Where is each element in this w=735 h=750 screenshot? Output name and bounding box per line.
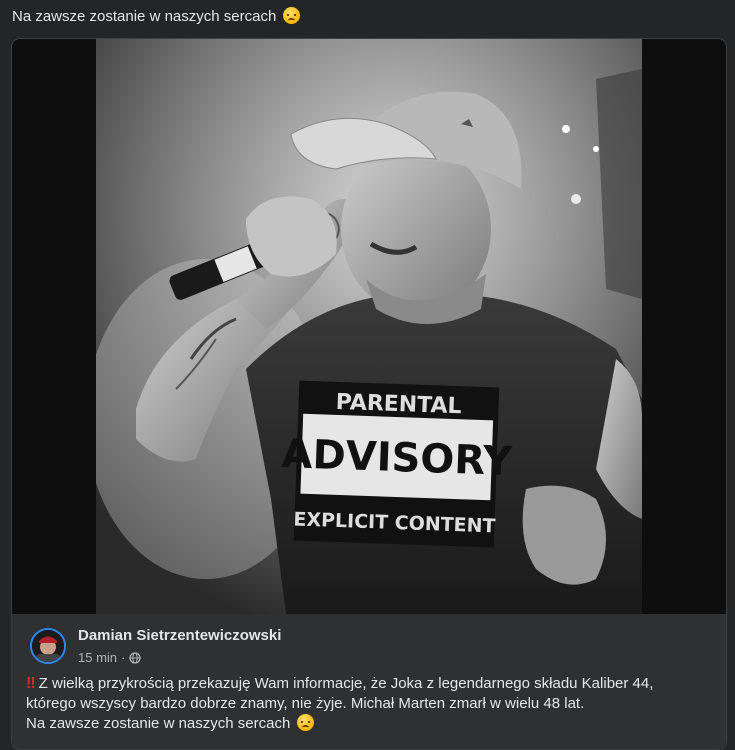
- sad-face-emoji-icon: [283, 7, 301, 24]
- body-line-1: ‼ Z wielką przykrością przekazuję Wam inf…: [26, 674, 706, 694]
- author-name[interactable]: Damian Sietrzentewiczowski: [78, 627, 281, 644]
- double-exclamation-icon: ‼: [26, 675, 36, 692]
- globe-icon[interactable]: [129, 651, 142, 664]
- body-line-3: Na zawsze zostanie w naszych sercach: [26, 714, 706, 734]
- avatar-image: [32, 630, 64, 662]
- shared-post-footer: Damian Sietrzentewiczowski 15 min · ‼ Z w…: [12, 614, 726, 749]
- post-time[interactable]: 15 min: [78, 650, 117, 665]
- body-line-1-text: Z wielką przykrością przekazuję Wam info…: [38, 675, 654, 692]
- shirt-advisory-text: ADVISORY: [281, 431, 514, 485]
- post-meta: 15 min ·: [78, 650, 142, 665]
- post-message: Na zawsze zostanie w naszych sercach: [12, 8, 277, 25]
- avatar[interactable]: [30, 628, 66, 664]
- sad-face-emoji-icon: [297, 714, 315, 731]
- meta-separator: ·: [121, 650, 126, 665]
- rapper-photo: PARENTAL ADVISORY EXPLICIT CONTENT: [96, 39, 642, 614]
- shared-post-body: ‼ Z wielką przykrością przekazuję Wam inf…: [26, 674, 706, 734]
- post-photo[interactable]: PARENTAL ADVISORY EXPLICIT CONTENT: [12, 39, 726, 614]
- body-line-2: którego wszyscy bardzo dobrze znamy, nie…: [26, 695, 585, 712]
- shared-post-card[interactable]: PARENTAL ADVISORY EXPLICIT CONTENT Damia…: [11, 38, 727, 750]
- body-line-3-text: Na zawsze zostanie w naszych sercach: [26, 715, 291, 732]
- post-text: Na zawsze zostanie w naszych sercach: [12, 6, 301, 28]
- shirt-parental-text: PARENTAL: [335, 390, 462, 419]
